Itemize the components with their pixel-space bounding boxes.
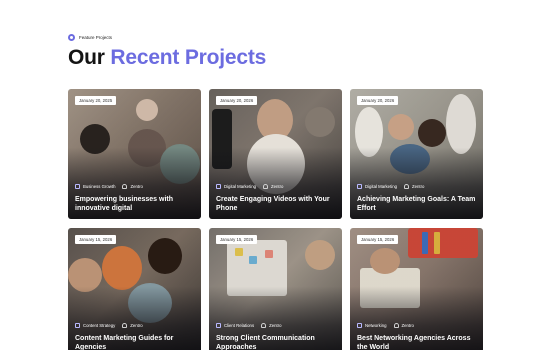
tag-icon (75, 323, 80, 328)
page-title: Our Recent Projects (68, 46, 266, 70)
project-date: January 15, 2026 (216, 235, 258, 244)
project-meta: Client Relations Zentro (216, 323, 286, 328)
project-author[interactable]: Zentro (269, 323, 281, 328)
title-prefix: Our (68, 46, 105, 69)
user-icon (261, 323, 267, 328)
project-title[interactable]: Achieving Marketing Goals: A Team Effort (357, 195, 476, 213)
project-title[interactable]: Best Networking Agencies Across the Worl… (357, 334, 476, 350)
page: Feature Projects Our Recent Projects Jan… (0, 0, 550, 350)
section-eyebrow: Feature Projects (68, 34, 112, 41)
tag-icon (357, 184, 362, 189)
user-icon (122, 184, 128, 189)
project-author[interactable]: Zentro (271, 184, 283, 189)
project-card[interactable]: January 20, 2025 Business Growth Zentro … (68, 89, 201, 219)
eyebrow-label: Feature Projects (79, 35, 113, 40)
project-category[interactable]: Client Relations (224, 323, 254, 328)
project-meta: Content Strategy Zentro (75, 323, 147, 328)
project-card[interactable]: January 15, 2026 Client Relations Zentro… (209, 228, 342, 350)
user-icon (122, 323, 128, 328)
project-category[interactable]: Digital Marketing (224, 184, 256, 189)
eyebrow-dot-icon (68, 34, 75, 41)
project-title[interactable]: Empowering businesses with innovative di… (75, 195, 194, 213)
title-accent: Recent Projects (110, 46, 267, 69)
project-author[interactable]: Zentro (402, 323, 414, 328)
project-category[interactable]: Digital Marketing (365, 184, 397, 189)
project-author[interactable]: Zentro (130, 323, 142, 328)
project-author[interactable]: Zentro (130, 184, 142, 189)
project-category[interactable]: Content Strategy (83, 323, 115, 328)
user-icon (404, 184, 410, 189)
project-title[interactable]: Content Marketing Guides for Agencies (75, 334, 194, 350)
tag-icon (75, 184, 80, 189)
project-author[interactable]: Zentro (412, 184, 424, 189)
tag-icon (216, 184, 221, 189)
project-date: January 20, 2026 (357, 96, 399, 105)
project-card[interactable]: January 20, 2026 Digital Marketing Zentr… (350, 89, 483, 219)
project-date: January 20, 2026 (216, 96, 258, 105)
tag-icon (216, 323, 221, 328)
project-meta: Networking Zentro (357, 323, 418, 328)
project-title[interactable]: Create Engaging Videos with Your Phone (216, 195, 335, 213)
project-date: January 15, 2026 (357, 235, 399, 244)
project-category[interactable]: Networking (365, 323, 387, 328)
project-card[interactable]: January 20, 2026 Digital Marketing Zentr… (209, 89, 342, 219)
project-date: January 20, 2025 (75, 96, 117, 105)
user-icon (263, 184, 269, 189)
project-date: January 15, 2026 (75, 235, 117, 244)
tag-icon (357, 323, 362, 328)
project-card[interactable]: January 15, 2026 Content Strategy Zentro… (68, 228, 201, 350)
project-meta: Digital Marketing Zentro (357, 184, 428, 189)
project-meta: Business Growth Zentro (75, 184, 147, 189)
user-icon (393, 323, 399, 328)
project-meta: Digital Marketing Zentro (216, 184, 287, 189)
project-category[interactable]: Business Growth (83, 184, 115, 189)
project-card[interactable]: January 15, 2026 Networking Zentro Best … (350, 228, 483, 350)
project-title[interactable]: Strong Client Communication Approaches (216, 334, 335, 350)
